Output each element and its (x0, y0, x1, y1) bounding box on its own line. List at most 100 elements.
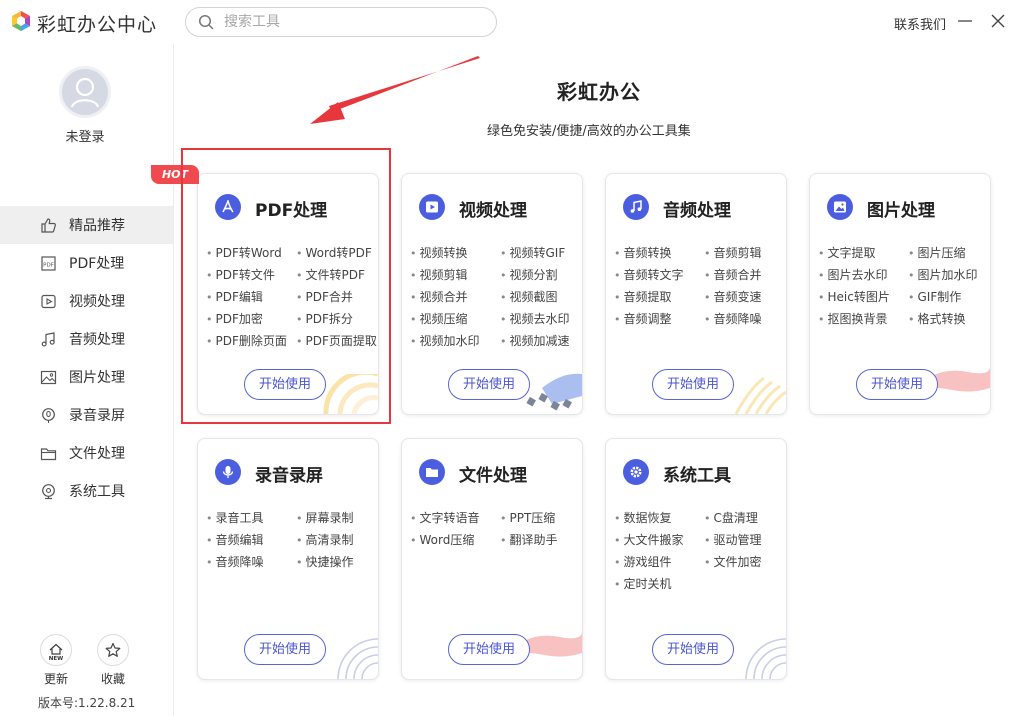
sidebar-item-file[interactable]: 文件处理 (0, 434, 173, 472)
contact-us-link[interactable]: 联系我们 (894, 14, 946, 33)
card-title: 系统工具 (663, 466, 731, 486)
tool-link[interactable]: 视频压缩 (410, 310, 500, 328)
avatar[interactable] (59, 66, 111, 118)
tool-list: 音频转换 音频剪辑 音频转文字 音频合并 音频提取 音频变速 音频调整 音频降噪 (614, 244, 786, 328)
tool-link[interactable]: 音频提取 (614, 288, 704, 306)
minimize-icon[interactable] (956, 12, 974, 30)
search-input[interactable] (224, 12, 474, 32)
tool-link[interactable]: 定时关机 (614, 575, 704, 593)
sidebar-item-label: 图片处理 (69, 370, 125, 386)
search-box[interactable] (185, 7, 497, 37)
tool-link[interactable]: 视频去水印 (500, 310, 582, 328)
title-bar: 彩虹办公中心 联系我们 (0, 0, 1021, 44)
tool-link[interactable]: 音频剪辑 (704, 244, 786, 262)
tool-link[interactable]: 视频加减速 (500, 332, 582, 350)
page-subtitle: 绿色免安装/便捷/高效的办公工具集 (487, 124, 691, 139)
tool-link[interactable]: 图片去水印 (818, 266, 908, 284)
tool-link[interactable]: 文字提取 (818, 244, 908, 262)
update-label: 更新 (44, 672, 69, 686)
sidebar-item-system[interactable]: 系统工具 (0, 472, 173, 510)
sidebar-item-pdf[interactable]: PDF PDF处理 (0, 244, 173, 282)
tool-link[interactable]: 视频剪辑 (410, 266, 500, 284)
sidebar-item-recommended[interactable]: 精品推荐 (0, 206, 173, 244)
start-button[interactable]: 开始使用 (448, 369, 530, 400)
tool-link[interactable]: PPT压缩 (500, 509, 582, 527)
app-window: 彩虹办公中心 联系我们 未登录 (0, 0, 1021, 716)
tool-link[interactable]: 大文件搬家 (614, 531, 704, 549)
tool-link[interactable]: 音频转文字 (614, 266, 704, 284)
tool-link[interactable]: 游戏组件 (614, 553, 704, 571)
svg-text:PDF: PDF (43, 263, 54, 269)
tool-list: 数据恢复 C盘清理 大文件搬家 驱动管理 游戏组件 文件加密 定时关机 (614, 509, 786, 593)
start-button[interactable]: 开始使用 (856, 369, 938, 400)
system-icon (42, 484, 55, 500)
image-icon (40, 370, 57, 385)
card-image: 图片处理 文字提取 图片压缩 图片去水印 图片加水印 Heic转图片 GIF制作… (809, 173, 991, 415)
tool-link[interactable]: 高清录制 (296, 531, 378, 549)
tool-link[interactable]: 屏幕录制 (296, 509, 378, 527)
card-decoration (734, 376, 786, 414)
sidebar-item-label: 精品推荐 (69, 218, 125, 234)
tool-link[interactable]: 文字转语音 (410, 509, 500, 527)
start-button[interactable]: 开始使用 (652, 369, 734, 400)
page-title: 彩虹办公 (557, 80, 641, 104)
sidebar-item-video[interactable]: 视频处理 (0, 282, 173, 320)
sidebar-item-image[interactable]: 图片处理 (0, 358, 173, 396)
tool-link[interactable]: 翻译助手 (500, 531, 582, 549)
start-button[interactable]: 开始使用 (244, 634, 326, 665)
start-button[interactable]: 开始使用 (448, 634, 530, 665)
close-icon[interactable] (989, 12, 1007, 30)
tool-list: 录音工具 屏幕录制 音频编辑 高清录制 音频降噪 快捷操作 (206, 509, 378, 571)
tool-link[interactable]: 视频加水印 (410, 332, 500, 350)
tool-link[interactable]: 视频分割 (500, 266, 582, 284)
update-button[interactable]: NEW (40, 634, 72, 666)
tool-link[interactable]: Word压缩 (410, 531, 500, 549)
tool-link[interactable]: C盘清理 (704, 509, 786, 527)
sidebar-item-label: PDF处理 (69, 256, 125, 272)
tool-link[interactable]: 驱动管理 (704, 531, 786, 549)
tool-link[interactable]: 快捷操作 (296, 553, 378, 571)
sidebar-item-record[interactable]: 录音录屏 (0, 396, 173, 434)
tool-link[interactable]: 视频转换 (410, 244, 500, 262)
card-title: 录音录屏 (255, 466, 323, 486)
sidebar-nav: 精品推荐 PDF PDF处理 视频处理 音频处理 图片处理 录音录屏 文件处理 … (0, 206, 173, 510)
home-new-icon: NEW (49, 643, 63, 662)
card-record: 录音录屏 录音工具 屏幕录制 音频编辑 高清录制 音频降噪 快捷操作 开始使用 (197, 438, 379, 680)
tool-link[interactable]: GIF制作 (908, 288, 990, 306)
card-system: 系统工具 数据恢复 C盘清理 大文件搬家 驱动管理 游戏组件 文件加密 定时关机… (605, 438, 787, 680)
tool-link[interactable]: 抠图换背景 (818, 310, 908, 328)
tool-link[interactable]: Heic转图片 (818, 288, 908, 306)
sidebar: 未登录 精品推荐 PDF PDF处理 视频处理 音频处理 图片处理 录音录屏 文… (0, 44, 174, 716)
tool-link[interactable]: 音频变速 (704, 288, 786, 306)
tool-link[interactable]: 文件加密 (704, 553, 786, 571)
favorite-label: 收藏 (101, 672, 126, 686)
tool-link[interactable]: 数据恢复 (614, 509, 704, 527)
tool-link[interactable]: 录音工具 (206, 509, 296, 527)
music-note-icon (623, 194, 649, 220)
tool-link[interactable]: 图片压缩 (908, 244, 990, 262)
tool-link[interactable]: 音频转换 (614, 244, 704, 262)
favorite-button[interactable] (97, 634, 129, 666)
microphone-icon (215, 459, 241, 485)
start-button[interactable]: 开始使用 (652, 634, 734, 665)
tool-link[interactable]: 音频降噪 (704, 310, 786, 328)
login-status[interactable]: 未登录 (0, 126, 170, 145)
card-title: 文件处理 (459, 466, 527, 486)
card-decoration (337, 638, 378, 679)
annotation-arrow (310, 56, 480, 124)
tool-link[interactable]: 视频转GIF (500, 244, 582, 262)
tool-link[interactable]: 音频降噪 (206, 553, 296, 571)
search-icon (198, 14, 214, 30)
tool-list: 文字转语音 PPT压缩 Word压缩 翻译助手 (410, 509, 582, 549)
tool-link[interactable]: 图片加水印 (908, 266, 990, 284)
tool-link[interactable]: 视频截图 (500, 288, 582, 306)
tool-link[interactable]: 音频合并 (704, 266, 786, 284)
tool-link[interactable]: 视频合并 (410, 288, 500, 306)
sidebar-item-audio[interactable]: 音频处理 (0, 320, 173, 358)
card-file: 文件处理 文字转语音 PPT压缩 Word压缩 翻译助手 开始使用 (401, 438, 583, 680)
tool-link[interactable]: 音频编辑 (206, 531, 296, 549)
folder-open-icon (419, 459, 445, 485)
tool-link[interactable]: 格式转换 (908, 310, 990, 328)
tool-link[interactable]: 音频调整 (614, 310, 704, 328)
app-title: 彩虹办公中心 (37, 14, 158, 36)
